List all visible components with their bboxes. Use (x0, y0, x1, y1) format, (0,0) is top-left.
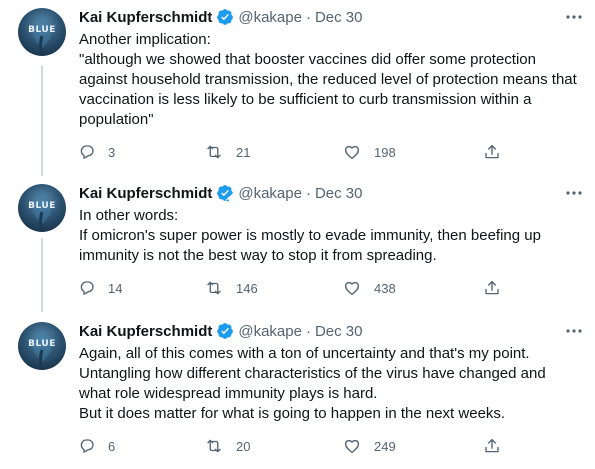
tweet-date[interactable]: Dec 30 (315, 9, 363, 26)
more-options-icon (566, 15, 582, 19)
separator-dot: · (305, 322, 311, 340)
reply-count: 3 (108, 144, 116, 160)
tweet-text-line: population" (79, 111, 154, 128)
retweet-count: 21 (236, 144, 251, 160)
like-count: 198 (374, 144, 396, 160)
tweet[interactable]: BLUE Kai Kupferschmidt @kakape · Dec 30 … (0, 176, 595, 310)
tweet-header: Kai Kupferschmidt @kakape · Dec 30 (79, 321, 363, 341)
retweet-icon (207, 281, 221, 295)
tweet-text: Again, all of this comes with a ton of u… (79, 344, 579, 424)
retweet-button[interactable]: 146 (204, 278, 258, 298)
reply-count: 6 (108, 438, 116, 454)
verified-badge-icon (217, 9, 234, 25)
more-options-icon (566, 329, 582, 333)
share-button[interactable] (483, 142, 501, 162)
more-options-button[interactable] (562, 321, 586, 341)
share-icon (485, 280, 499, 295)
tweet-text-line: Another implication: (79, 31, 211, 48)
more-options-icon (566, 191, 582, 195)
tweet-date[interactable]: Dec 30 (315, 185, 363, 202)
tweet-date[interactable]: Dec 30 (315, 323, 363, 340)
tweet-header: Kai Kupferschmidt @kakape · Dec 30 (79, 183, 363, 203)
author-handle[interactable]: @kakape (238, 185, 302, 202)
reply-icon (80, 281, 94, 295)
separator-dot: · (305, 184, 311, 202)
tweet-text-line: If omicron's super power is mostly to ev… (79, 227, 541, 244)
verified-badge-icon (217, 185, 234, 202)
like-count: 438 (374, 280, 396, 296)
share-button[interactable] (483, 436, 501, 456)
tweet-text-line: immunity is not the best way to stop it … (79, 247, 437, 264)
like-button[interactable]: 249 (342, 436, 396, 456)
tweet-text-line: Again, all of this comes with a ton of u… (79, 345, 530, 362)
author-handle[interactable]: @kakape (238, 9, 302, 26)
reply-button[interactable]: 3 (78, 142, 115, 162)
reply-count: 14 (108, 280, 123, 296)
author-name[interactable]: Kai Kupferschmidt (79, 9, 212, 26)
tweet-text-line: vaccination is less likely to be suffici… (79, 91, 532, 108)
more-options-button[interactable] (562, 183, 586, 203)
tweet-text-line: "although we showed that booster vaccine… (79, 51, 536, 68)
avatar[interactable]: BLUE (18, 184, 66, 232)
author-name[interactable]: Kai Kupferschmidt (79, 185, 212, 202)
tweet-text-line: Untangling how different characteristics… (79, 365, 546, 382)
tweet-text-line: against household transmission, the redu… (79, 71, 577, 88)
tweet-text-line: In other words: (79, 207, 179, 224)
retweet-button[interactable]: 21 (204, 142, 250, 162)
tweet-text-line: But it does matter for what is going to … (79, 405, 506, 422)
retweet-icon (207, 145, 221, 159)
reply-button[interactable]: 14 (78, 278, 122, 298)
tweet-header: Kai Kupferschmidt @kakape · Dec 30 (79, 7, 363, 27)
tweet-text-line: what role widespread immunity plays is h… (79, 385, 378, 402)
like-count: 249 (374, 438, 396, 454)
separator-dot: · (305, 8, 311, 26)
reply-icon (80, 145, 94, 159)
like-button[interactable]: 438 (342, 278, 396, 298)
tweet[interactable]: BLUE Kai Kupferschmidt @kakape · Dec 30 … (0, 0, 595, 170)
tweet-text: Another implication: "although we showed… (79, 30, 579, 130)
author-handle[interactable]: @kakape (238, 323, 302, 340)
avatar[interactable]: BLUE (18, 8, 66, 56)
tweet-actions: 6 20 249 (70, 436, 520, 456)
tweet-text: In other words: If omicron's super power… (79, 206, 579, 266)
author-name[interactable]: Kai Kupferschmidt (79, 323, 212, 340)
avatar-logo-text: BLUE (28, 339, 56, 349)
tweet[interactable]: BLUE Kai Kupferschmidt @kakape · Dec 30 … (0, 314, 595, 469)
like-icon (344, 439, 360, 454)
retweet-button[interactable]: 20 (204, 436, 250, 456)
avatar-logo-text: BLUE (28, 25, 56, 35)
tweet-actions: 3 21 198 (70, 142, 520, 162)
share-icon (485, 438, 499, 453)
avatar-logo-text: BLUE (28, 201, 56, 211)
share-icon (485, 144, 499, 159)
reply-button[interactable]: 6 (78, 436, 115, 456)
like-button[interactable]: 198 (342, 142, 396, 162)
share-button[interactable] (483, 278, 501, 298)
more-options-button[interactable] (562, 7, 586, 27)
retweet-icon (207, 439, 221, 453)
tweet-actions: 14 146 438 (70, 278, 520, 298)
like-icon (344, 145, 360, 160)
reply-icon (80, 439, 94, 453)
retweet-count: 20 (236, 438, 251, 454)
avatar[interactable]: BLUE (18, 322, 66, 370)
verified-badge-icon (217, 323, 234, 339)
like-icon (344, 281, 360, 296)
retweet-count: 146 (236, 280, 258, 296)
